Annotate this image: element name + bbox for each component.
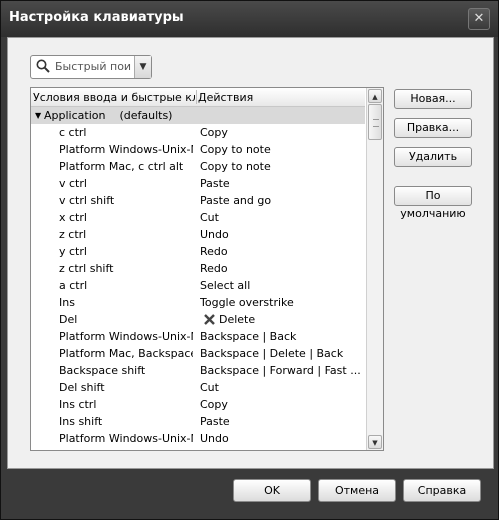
close-button[interactable]: ✕ [468,8,490,30]
shortcut-key: Del shift [59,381,105,394]
shortcut-action: Backspace | Back [200,330,297,343]
shortcut-action: Redo [200,262,228,275]
scroll-down-button[interactable]: ▼ [368,435,382,449]
table-row[interactable]: x ctrl Cut [31,209,365,226]
shortcut-action: Undo [200,432,229,445]
column-header-conditions[interactable]: Условия ввода и быстрые кл... [33,91,195,104]
shortcut-action: Paste [200,177,230,190]
shortcut-action: Paste and go [200,194,272,207]
table-row[interactable]: Del Delete [31,311,365,328]
shortcut-action: Undo [200,228,229,241]
keyboard-settings-dialog: Настройка клавиатуры ✕ Быстрый поиск ▼ У… [0,0,499,520]
table-row[interactable]: Del shift Cut [31,379,365,396]
shortcut-key: a ctrl [59,279,88,292]
help-button[interactable]: Справка [403,479,481,502]
table-row[interactable]: Ins shift Paste [31,413,365,430]
shortcut-action: Paste [200,415,230,428]
scroll-thumb[interactable] [368,104,382,140]
column-header-actions[interactable]: Действия [198,91,253,104]
close-icon: ✕ [473,11,485,26]
column-divider[interactable] [196,90,197,104]
table-row[interactable]: a ctrl Select all [31,277,365,294]
table-row[interactable]: Ins ctrl Copy [31,396,365,413]
table-row[interactable]: Platform Windows-Unix-M... Copy to note [31,141,365,158]
table-row[interactable]: Platform Mac, Backspace Backspace | Delet… [31,345,365,362]
cancel-button[interactable]: Отмена [318,479,396,502]
delete-x-icon [204,314,215,325]
shortcut-list[interactable]: Условия ввода и быстрые кл... Действия ▼… [30,87,384,451]
content-panel: Быстрый поиск ▼ Условия ввода и быстрые … [7,37,494,469]
shortcut-key: Del [59,313,78,326]
shortcut-key: Platform Windows-Unix-M... [59,432,193,445]
new-button[interactable]: Новая... [394,89,472,109]
table-row[interactable]: y ctrl Redo [31,243,365,260]
shortcut-key: Backspace shift [59,364,146,377]
ok-button[interactable]: OK [233,479,311,502]
vertical-scrollbar[interactable]: ▲ ▼ [366,88,383,450]
shortcut-key: c ctrl [59,126,87,139]
shortcut-key: Platform Windows-Unix-M... [59,330,193,343]
restore-defaults-button[interactable]: По умолчанию [394,186,472,220]
shortcut-key: v ctrl [59,177,87,190]
shortcut-key: Platform Windows-Unix-M... [59,143,193,156]
shortcut-key: z ctrl shift [59,262,114,275]
edit-button[interactable]: Правка... [394,118,472,138]
table-row[interactable]: Platform Windows-Unix-M... Undo [31,430,365,447]
scroll-up-button[interactable]: ▲ [368,89,382,103]
table-row[interactable]: z ctrl shift Redo [31,260,365,277]
quick-search-field[interactable]: Быстрый поиск ▼ [30,55,152,79]
shortcut-action: Cut [200,381,219,394]
list-header: Условия ввода и быстрые кл... Действия [31,88,365,107]
arrow-up-icon: ▲ [372,93,378,101]
shortcut-key: Ins shift [59,415,103,428]
shortcut-key: x ctrl [59,211,87,224]
shortcut-action: Backspace | Delete | Back [200,347,344,360]
shortcut-action: Copy to note [200,160,271,173]
delete-button[interactable]: Удалить [394,147,472,167]
search-icon [36,59,50,73]
shortcut-key: z ctrl [59,228,87,241]
shortcut-action: Backspace | Forward | Fast ... [200,364,360,377]
table-row[interactable]: z ctrl Undo [31,226,365,243]
table-row[interactable]: Ins Toggle overstrike [31,294,365,311]
table-row[interactable]: Platform Windows-Unix-M... Backspace | Ba… [31,328,365,345]
dialog-title: Настройка клавиатуры [9,10,184,25]
title-bar: Настройка клавиатуры ✕ [1,1,498,37]
table-row[interactable]: Backspace shift Backspace | Forward | Fas… [31,362,365,379]
group-label: Application (defaults) [44,109,173,122]
search-placeholder[interactable]: Быстрый поиск [55,60,131,73]
arrow-down-icon: ▼ [372,439,378,447]
table-row[interactable]: v ctrl Paste [31,175,365,192]
table-row[interactable]: Platform Mac, c ctrl alt Copy to note [31,158,365,175]
shortcut-rows: c ctrl Copy Platform Windows-Unix-M... Copy… [31,124,365,447]
shortcut-action: Cut [200,211,219,224]
shortcut-action: Redo [200,245,228,258]
shortcut-action: Select all [200,279,251,292]
shortcut-action: Toggle overstrike [200,296,294,309]
shortcut-action: Delete [219,313,256,326]
grip-icon [373,119,379,127]
chevron-down-icon: ▼ [139,62,147,72]
shortcut-action: Copy [200,398,228,411]
shortcut-action: Copy to note [200,143,271,156]
table-row[interactable]: v ctrl shift Paste and go [31,192,365,209]
shortcut-key: y ctrl [59,245,87,258]
shortcut-key: Ins [59,296,75,309]
search-dropdown-button[interactable]: ▼ [134,56,151,78]
shortcut-key: Platform Mac, c ctrl alt [59,160,184,173]
shortcut-key: Platform Mac, Backspace [59,347,193,360]
table-row[interactable]: c ctrl Copy [31,124,365,141]
group-row-application[interactable]: ▼ Application (defaults) [31,107,365,124]
shortcut-key: v ctrl shift [59,194,115,207]
expand-triangle-icon[interactable]: ▼ [35,111,41,120]
shortcut-key: Ins ctrl [59,398,97,411]
shortcut-action: Copy [200,126,228,139]
